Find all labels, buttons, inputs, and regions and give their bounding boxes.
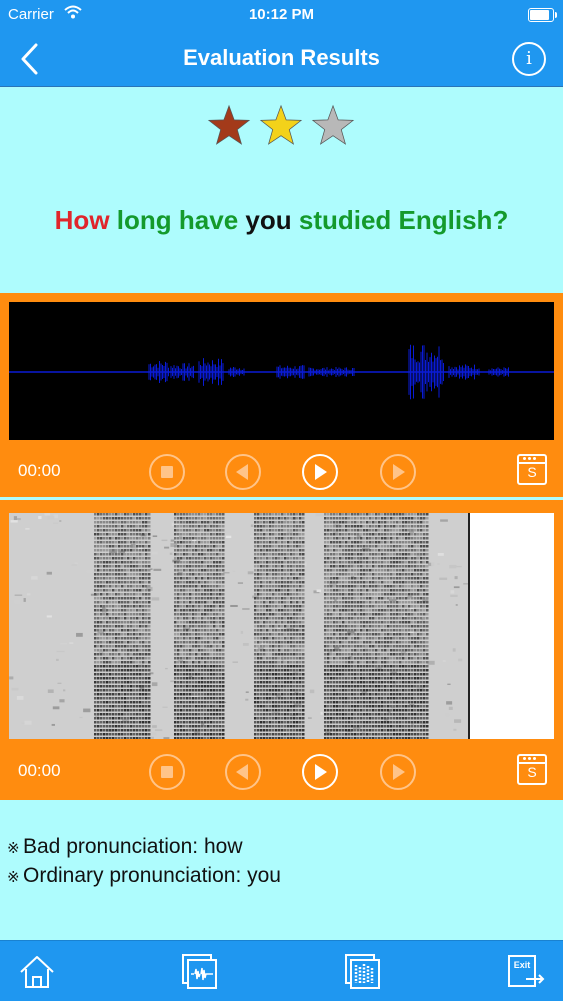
spectrogram-icon <box>343 952 383 992</box>
battery-icon <box>528 8 554 22</box>
save-icon: S <box>519 765 545 779</box>
tab-bar: Exit <box>0 940 563 1001</box>
sentence-word: long <box>117 205 172 235</box>
rewind-button[interactable] <box>225 454 261 490</box>
status-bar: Carrier 10:12 PM <box>0 0 563 30</box>
spectrogram-panel: 00:00 S <box>0 500 563 800</box>
sentence-word: English? <box>399 205 509 235</box>
forward-button[interactable] <box>380 754 416 790</box>
stop-icon <box>151 756 183 788</box>
note-ordinary-text: Ordinary pronunciation: you <box>23 864 281 887</box>
spectrogram-controls: 00:00 S <box>0 748 563 798</box>
forward-icon <box>382 456 414 488</box>
playback-time: 00:00 <box>18 761 61 781</box>
forward-icon <box>382 756 414 788</box>
play-button[interactable] <box>302 754 338 790</box>
note-mark: ※ <box>7 864 23 891</box>
tab-spectrogram[interactable] <box>343 952 383 992</box>
nav-bar: Evaluation Results i <box>0 30 563 87</box>
spectrogram-display <box>9 513 554 739</box>
page-title: Evaluation Results <box>0 45 563 71</box>
tab-exit[interactable]: Exit <box>506 952 546 992</box>
star-icon <box>258 103 304 149</box>
waveform-icon <box>180 952 220 992</box>
pronunciation-notes: ※Bad pronunciation: how ※Ordinary pronun… <box>7 833 281 891</box>
star-icon <box>206 103 252 149</box>
stop-button[interactable] <box>149 754 185 790</box>
rewind-icon <box>227 756 259 788</box>
play-icon <box>304 756 336 788</box>
waveform-panel: 00:00 S <box>0 293 563 497</box>
note-bad-text: Bad pronunciation: how <box>23 835 243 858</box>
note-ordinary: ※Ordinary pronunciation: you <box>7 862 281 891</box>
rewind-button[interactable] <box>225 754 261 790</box>
info-button[interactable]: i <box>512 42 546 76</box>
waveform-controls: 00:00 S <box>0 448 563 498</box>
playback-time: 00:00 <box>18 461 61 481</box>
target-sentence: How long have you studied English? <box>0 205 563 236</box>
info-icon: i <box>526 48 532 69</box>
tab-waveform[interactable] <box>180 952 220 992</box>
play-button[interactable] <box>302 454 338 490</box>
save-icon: S <box>519 465 545 479</box>
sentence-word: How <box>55 205 110 235</box>
star-icon <box>310 103 356 149</box>
sentence-word: have <box>179 205 238 235</box>
waveform-display <box>9 302 554 440</box>
tab-home[interactable] <box>17 952 57 992</box>
home-icon <box>17 952 57 992</box>
exit-label: Exit <box>514 960 531 970</box>
sentence-word: you <box>245 205 291 235</box>
note-mark: ※ <box>7 835 23 862</box>
save-button[interactable]: S <box>517 454 547 485</box>
forward-button[interactable] <box>380 454 416 490</box>
sentence-word: studied <box>299 205 391 235</box>
stop-icon <box>151 456 183 488</box>
note-bad: ※Bad pronunciation: how <box>7 833 281 862</box>
status-time: 10:12 PM <box>0 6 563 23</box>
save-button[interactable]: S <box>517 754 547 785</box>
stop-button[interactable] <box>149 454 185 490</box>
star-rating <box>206 103 356 155</box>
play-icon <box>304 456 336 488</box>
exit-icon: Exit <box>506 952 546 992</box>
rewind-icon <box>227 456 259 488</box>
